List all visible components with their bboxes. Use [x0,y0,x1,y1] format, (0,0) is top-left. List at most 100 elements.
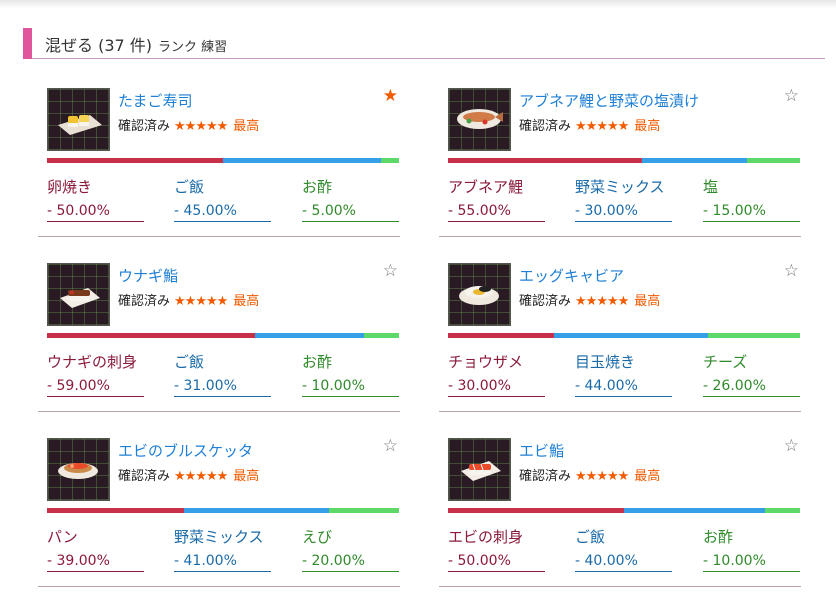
grade-label: 最高 [634,119,661,134]
ratio-bar [47,333,399,338]
page-title: 混ぜる (37 件) ランク 練習 [45,32,227,56]
rank-label: ランク 練習 [158,40,228,55]
ingredient-2: 野菜ミックス - 30.00% [575,176,672,222]
favorite-star-icon[interactable]: ☆ [784,86,799,106]
status-text: 確認済み [519,294,572,309]
recipe-card: エビ鮨 確認済み ★★★★★ 最高 ☆ エビの刺身 - 50.00% ご飯 - 40… [439,436,801,587]
ratio-bar [448,508,800,513]
ingredient-name: お酢 [703,528,734,546]
ingredient-name: 卵焼き [47,178,93,196]
ingredient-name: えび [302,528,333,546]
ingredient-name: 野菜ミックス [575,178,665,196]
ingredient-percent: - 45.00% [174,203,271,222]
recipe-name-link[interactable]: たまご寿司 [118,90,193,111]
ratio-bar [47,508,399,513]
ingredient-name: エビの刺身 [448,528,524,546]
ingredient-3: お酢 - 10.00% [302,351,399,397]
status-line: 確認済み ★★★★★ 最高 [519,290,660,309]
ingredient-1: ウナギの刺身 - 59.00% [47,351,144,397]
ingredient-name: 野菜ミックス [174,528,264,546]
ingredient-2: 野菜ミックス - 41.00% [174,526,271,572]
favorite-star-icon[interactable]: ★ [383,86,398,106]
ingredient-2: ご飯 - 31.00% [174,351,271,397]
dish-image-icon [461,461,501,481]
dish-image-icon [60,288,100,308]
ingredient-percent: - 15.00% [703,203,800,222]
ingredient-2: ご飯 - 40.00% [575,526,672,572]
status-line: 確認済み ★★★★★ 最高 [519,115,660,134]
recipe-card: エビのブルスケッタ 確認済み ★★★★★ 最高 ☆ パン - 39.00% 野菜ミッ… [38,436,400,587]
recipe-name-link[interactable]: ウナギ鮨 [118,265,178,286]
recipe-card: ウナギ鮨 確認済み ★★★★★ 最高 ☆ ウナギの刺身 - 59.00% ご飯 - … [38,261,400,412]
dish-image-icon [457,109,503,129]
ratio-bar [47,158,399,163]
ingredient-percent: - 26.00% [703,378,800,397]
ingredient-name: ウナギの刺身 [47,353,138,371]
ingredient-percent: - 40.00% [575,553,672,572]
ratio-segment-2 [254,333,364,338]
recipe-thumbnail [448,263,511,326]
recipe-card: たまご寿司 確認済み ★★★★★ 最高 ★ 卵焼き - 50.00% ご飯 - 45… [38,86,400,237]
ingredient-1: 卵焼き - 50.00% [47,176,144,222]
rating-stars: ★★★★★ [174,294,228,309]
recipe-thumbnail [448,438,511,501]
ingredient-percent: - 50.00% [47,203,144,222]
ingredient-name: チーズ [703,353,748,371]
grade-label: 最高 [233,469,260,484]
dish-image-icon [58,463,98,479]
ratio-segment-1 [448,158,642,163]
rating-stars: ★★★★★ [174,119,228,134]
ratio-segment-2 [553,333,709,338]
ingredient-1: アブネア鯉 - 55.00% [448,176,545,222]
ingredient-percent: - 59.00% [47,378,144,397]
ratio-segment-1 [448,333,554,338]
ingredient-name: パン [47,528,78,546]
rating-stars: ★★★★★ [575,119,629,134]
ingredient-name: ご飯 [174,178,205,196]
ratio-segment-3 [747,158,800,163]
ingredient-3: 塩 - 15.00% [703,176,800,222]
ratio-segment-3 [328,508,399,513]
ratio-segment-3 [363,333,399,338]
ingredient-name: チョウザメ [448,353,524,371]
ingredient-percent: - 50.00% [448,553,545,572]
ingredient-percent: - 10.00% [302,378,399,397]
recipe-card: アブネア鯉と野菜の塩漬け 確認済み ★★★★★ 最高 ☆ アブネア鯉 - 55.00… [439,86,801,237]
favorite-star-icon[interactable]: ☆ [784,436,799,456]
ingredient-percent: - 20.00% [302,553,399,572]
recipe-name-link[interactable]: アブネア鯉と野菜の塩漬け [519,90,699,111]
recipe-thumbnail [47,263,110,326]
ingredient-name: お酢 [302,178,333,196]
header-accent-bar [23,28,32,59]
ingredient-3: チーズ - 26.00% [703,351,800,397]
ratio-segment-3 [708,333,800,338]
ingredient-percent: - 31.00% [174,378,271,397]
favorite-star-icon[interactable]: ☆ [784,261,799,281]
status-line: 確認済み ★★★★★ 最高 [118,115,259,134]
ingredient-percent: - 30.00% [575,203,672,222]
ingredient-percent: - 44.00% [575,378,672,397]
grade-label: 最高 [233,119,260,134]
status-line: 確認済み ★★★★★ 最高 [519,465,660,484]
recipe-name-link[interactable]: エビ鮨 [519,440,564,461]
status-text: 確認済み [519,469,572,484]
recipe-name-link[interactable]: エッグキャビア [519,265,624,286]
ingredient-percent: - 55.00% [448,203,545,222]
status-text: 確認済み [118,294,171,309]
ingredient-2: 目玉焼き - 44.00% [575,351,672,397]
rating-stars: ★★★★★ [174,469,228,484]
recipe-name-link[interactable]: エビのブルスケッタ [118,440,253,461]
ingredient-name: お酢 [302,353,333,371]
grade-label: 最高 [634,469,661,484]
status-text: 確認済み [519,119,572,134]
recipe-card: エッグキャビア 確認済み ★★★★★ 最高 ☆ チョウザメ - 30.00% 目玉焼… [439,261,801,412]
ingredient-3: お酢 - 5.00% [302,176,399,222]
recipe-thumbnail [47,438,110,501]
favorite-star-icon[interactable]: ☆ [383,261,398,281]
page-title-text: 混ぜる (37 件) [45,36,153,55]
ingredient-name: 目玉焼き [575,353,636,371]
ingredient-1: エビの刺身 - 50.00% [448,526,545,572]
rating-stars: ★★★★★ [575,294,629,309]
ratio-segment-2 [223,158,382,163]
favorite-star-icon[interactable]: ☆ [383,436,398,456]
